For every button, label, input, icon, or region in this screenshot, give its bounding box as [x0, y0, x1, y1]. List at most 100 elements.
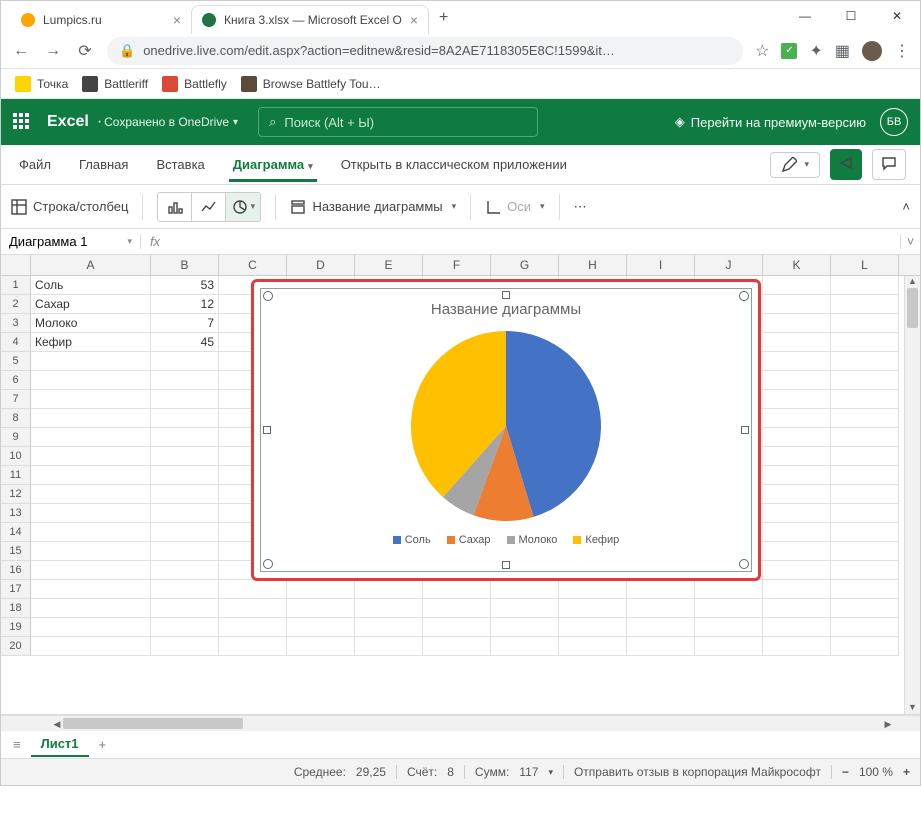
cell[interactable] [763, 561, 831, 580]
chevron-down-icon[interactable]: ▾ [127, 236, 132, 247]
row-header[interactable]: 18 [1, 599, 31, 618]
cell[interactable] [423, 580, 491, 599]
cell[interactable] [831, 618, 899, 637]
column-header[interactable]: F [423, 255, 491, 275]
cell[interactable] [31, 561, 151, 580]
resize-handle[interactable] [502, 291, 510, 299]
window-close-button[interactable]: ✕ [874, 1, 920, 31]
cell[interactable] [763, 276, 831, 295]
cell[interactable] [559, 580, 627, 599]
row-header[interactable]: 6 [1, 371, 31, 390]
reload-button[interactable]: ⟳ [75, 41, 95, 61]
cell[interactable] [491, 599, 559, 618]
cell[interactable] [831, 637, 899, 656]
cell[interactable] [559, 637, 627, 656]
cell[interactable] [151, 523, 219, 542]
tab-insert[interactable]: Вставка [142, 147, 218, 182]
extensions-icon[interactable]: ✦ [809, 41, 822, 61]
back-button[interactable]: ← [11, 42, 31, 60]
resize-handle[interactable] [263, 426, 271, 434]
cell[interactable] [219, 637, 287, 656]
cell[interactable] [31, 466, 151, 485]
cell[interactable] [831, 447, 899, 466]
cell[interactable] [627, 618, 695, 637]
extension-board-icon[interactable]: ▦ [835, 41, 850, 61]
cell[interactable] [31, 371, 151, 390]
cell[interactable] [355, 618, 423, 637]
row-header[interactable]: 16 [1, 561, 31, 580]
scroll-left-button[interactable]: ◀ [51, 716, 63, 731]
cell[interactable] [831, 504, 899, 523]
cell[interactable] [31, 618, 151, 637]
premium-link[interactable]: ◈ Перейти на премиум-версию [675, 114, 866, 130]
name-box[interactable]: Диаграмма 1 ▾ [1, 234, 141, 249]
cell[interactable] [763, 447, 831, 466]
row-header[interactable]: 12 [1, 485, 31, 504]
tab-chart[interactable]: Диаграмма▾ [219, 147, 327, 182]
column-header[interactable]: C [219, 255, 287, 275]
switch-row-column-button[interactable]: Строка/столбец [11, 199, 128, 215]
cell[interactable]: 7 [151, 314, 219, 333]
cell[interactable] [151, 599, 219, 618]
tab-home[interactable]: Главная [65, 147, 142, 182]
cell[interactable] [287, 637, 355, 656]
cell[interactable] [763, 580, 831, 599]
cell[interactable] [763, 295, 831, 314]
cell[interactable] [219, 599, 287, 618]
select-all-button[interactable] [1, 255, 31, 275]
column-header[interactable]: E [355, 255, 423, 275]
row-header[interactable]: 13 [1, 504, 31, 523]
cell[interactable] [31, 523, 151, 542]
app-launcher-icon[interactable] [13, 113, 31, 131]
column-header[interactable]: B [151, 255, 219, 275]
cell[interactable] [831, 295, 899, 314]
legend-item[interactable]: Соль [393, 534, 431, 546]
cell[interactable] [31, 504, 151, 523]
cell[interactable] [151, 618, 219, 637]
cell[interactable] [763, 314, 831, 333]
cell[interactable] [287, 618, 355, 637]
row-header[interactable]: 15 [1, 542, 31, 561]
bookmark-item[interactable]: Battleriff [82, 76, 148, 92]
cell[interactable] [287, 599, 355, 618]
cell[interactable] [151, 390, 219, 409]
close-icon[interactable]: × [410, 12, 418, 28]
scroll-down-button[interactable]: ▼ [905, 702, 920, 714]
scroll-thumb[interactable] [63, 718, 243, 729]
horizontal-scrollbar[interactable]: ◀ ▶ [51, 716, 894, 731]
add-sheet-button[interactable]: + [99, 737, 107, 752]
cell[interactable] [763, 333, 831, 352]
cell[interactable] [151, 637, 219, 656]
cell[interactable] [151, 561, 219, 580]
cell[interactable] [151, 542, 219, 561]
zoom-value[interactable]: 100 % [859, 765, 893, 779]
profile-avatar[interactable] [862, 41, 882, 61]
cell[interactable] [31, 637, 151, 656]
scroll-right-button[interactable]: ▶ [882, 716, 894, 731]
chrome-menu-button[interactable]: ⋮ [894, 41, 910, 61]
cell[interactable] [763, 352, 831, 371]
column-header[interactable]: I [627, 255, 695, 275]
cell[interactable]: Соль [31, 276, 151, 295]
cell[interactable] [695, 599, 763, 618]
column-header[interactable]: L [831, 255, 899, 275]
tab-file[interactable]: Файл [5, 147, 65, 182]
cell[interactable] [31, 447, 151, 466]
row-header[interactable]: 8 [1, 409, 31, 428]
chart-title-button[interactable]: Название диаграммы ▾ [290, 199, 456, 215]
cell[interactable] [763, 523, 831, 542]
resize-handle[interactable] [263, 291, 273, 301]
cell[interactable] [831, 580, 899, 599]
cell[interactable] [31, 599, 151, 618]
zoom-out-button[interactable]: − [842, 765, 849, 779]
cell[interactable] [31, 542, 151, 561]
cell[interactable] [763, 542, 831, 561]
line-chart-button[interactable] [192, 193, 226, 221]
cell[interactable] [831, 352, 899, 371]
cell[interactable] [151, 447, 219, 466]
cell[interactable] [31, 485, 151, 504]
row-header[interactable]: 11 [1, 466, 31, 485]
resize-handle[interactable] [739, 291, 749, 301]
cell[interactable] [491, 618, 559, 637]
cell[interactable]: Кефир [31, 333, 151, 352]
